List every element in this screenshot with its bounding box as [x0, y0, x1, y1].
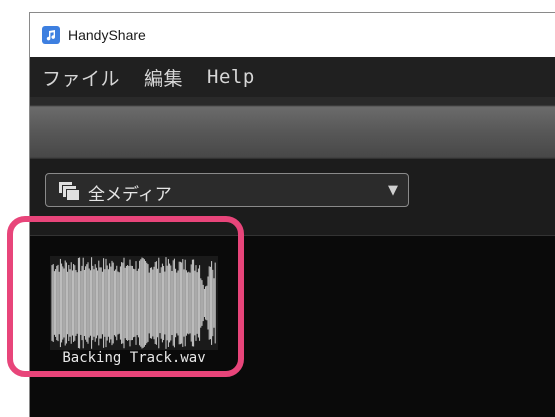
- app-icon: [42, 26, 60, 44]
- music-note-icon: [46, 30, 56, 41]
- menu-edit[interactable]: 編集: [144, 64, 183, 91]
- media-filter-dropdown[interactable]: 全メディア ▼: [45, 173, 409, 207]
- highlight-annotation: [7, 216, 244, 377]
- menu-file[interactable]: ファイル: [42, 64, 120, 91]
- toolbar: [30, 97, 555, 159]
- menu-help[interactable]: Help: [207, 66, 255, 88]
- chevron-down-icon: ▼: [388, 183, 398, 198]
- media-filter-label: 全メディア: [88, 185, 172, 205]
- menu-bar: ファイル 編集 Help: [30, 57, 555, 97]
- window-title: HandyShare: [68, 27, 146, 43]
- media-stack-icon: [59, 182, 79, 200]
- title-bar: HandyShare: [30, 13, 555, 57]
